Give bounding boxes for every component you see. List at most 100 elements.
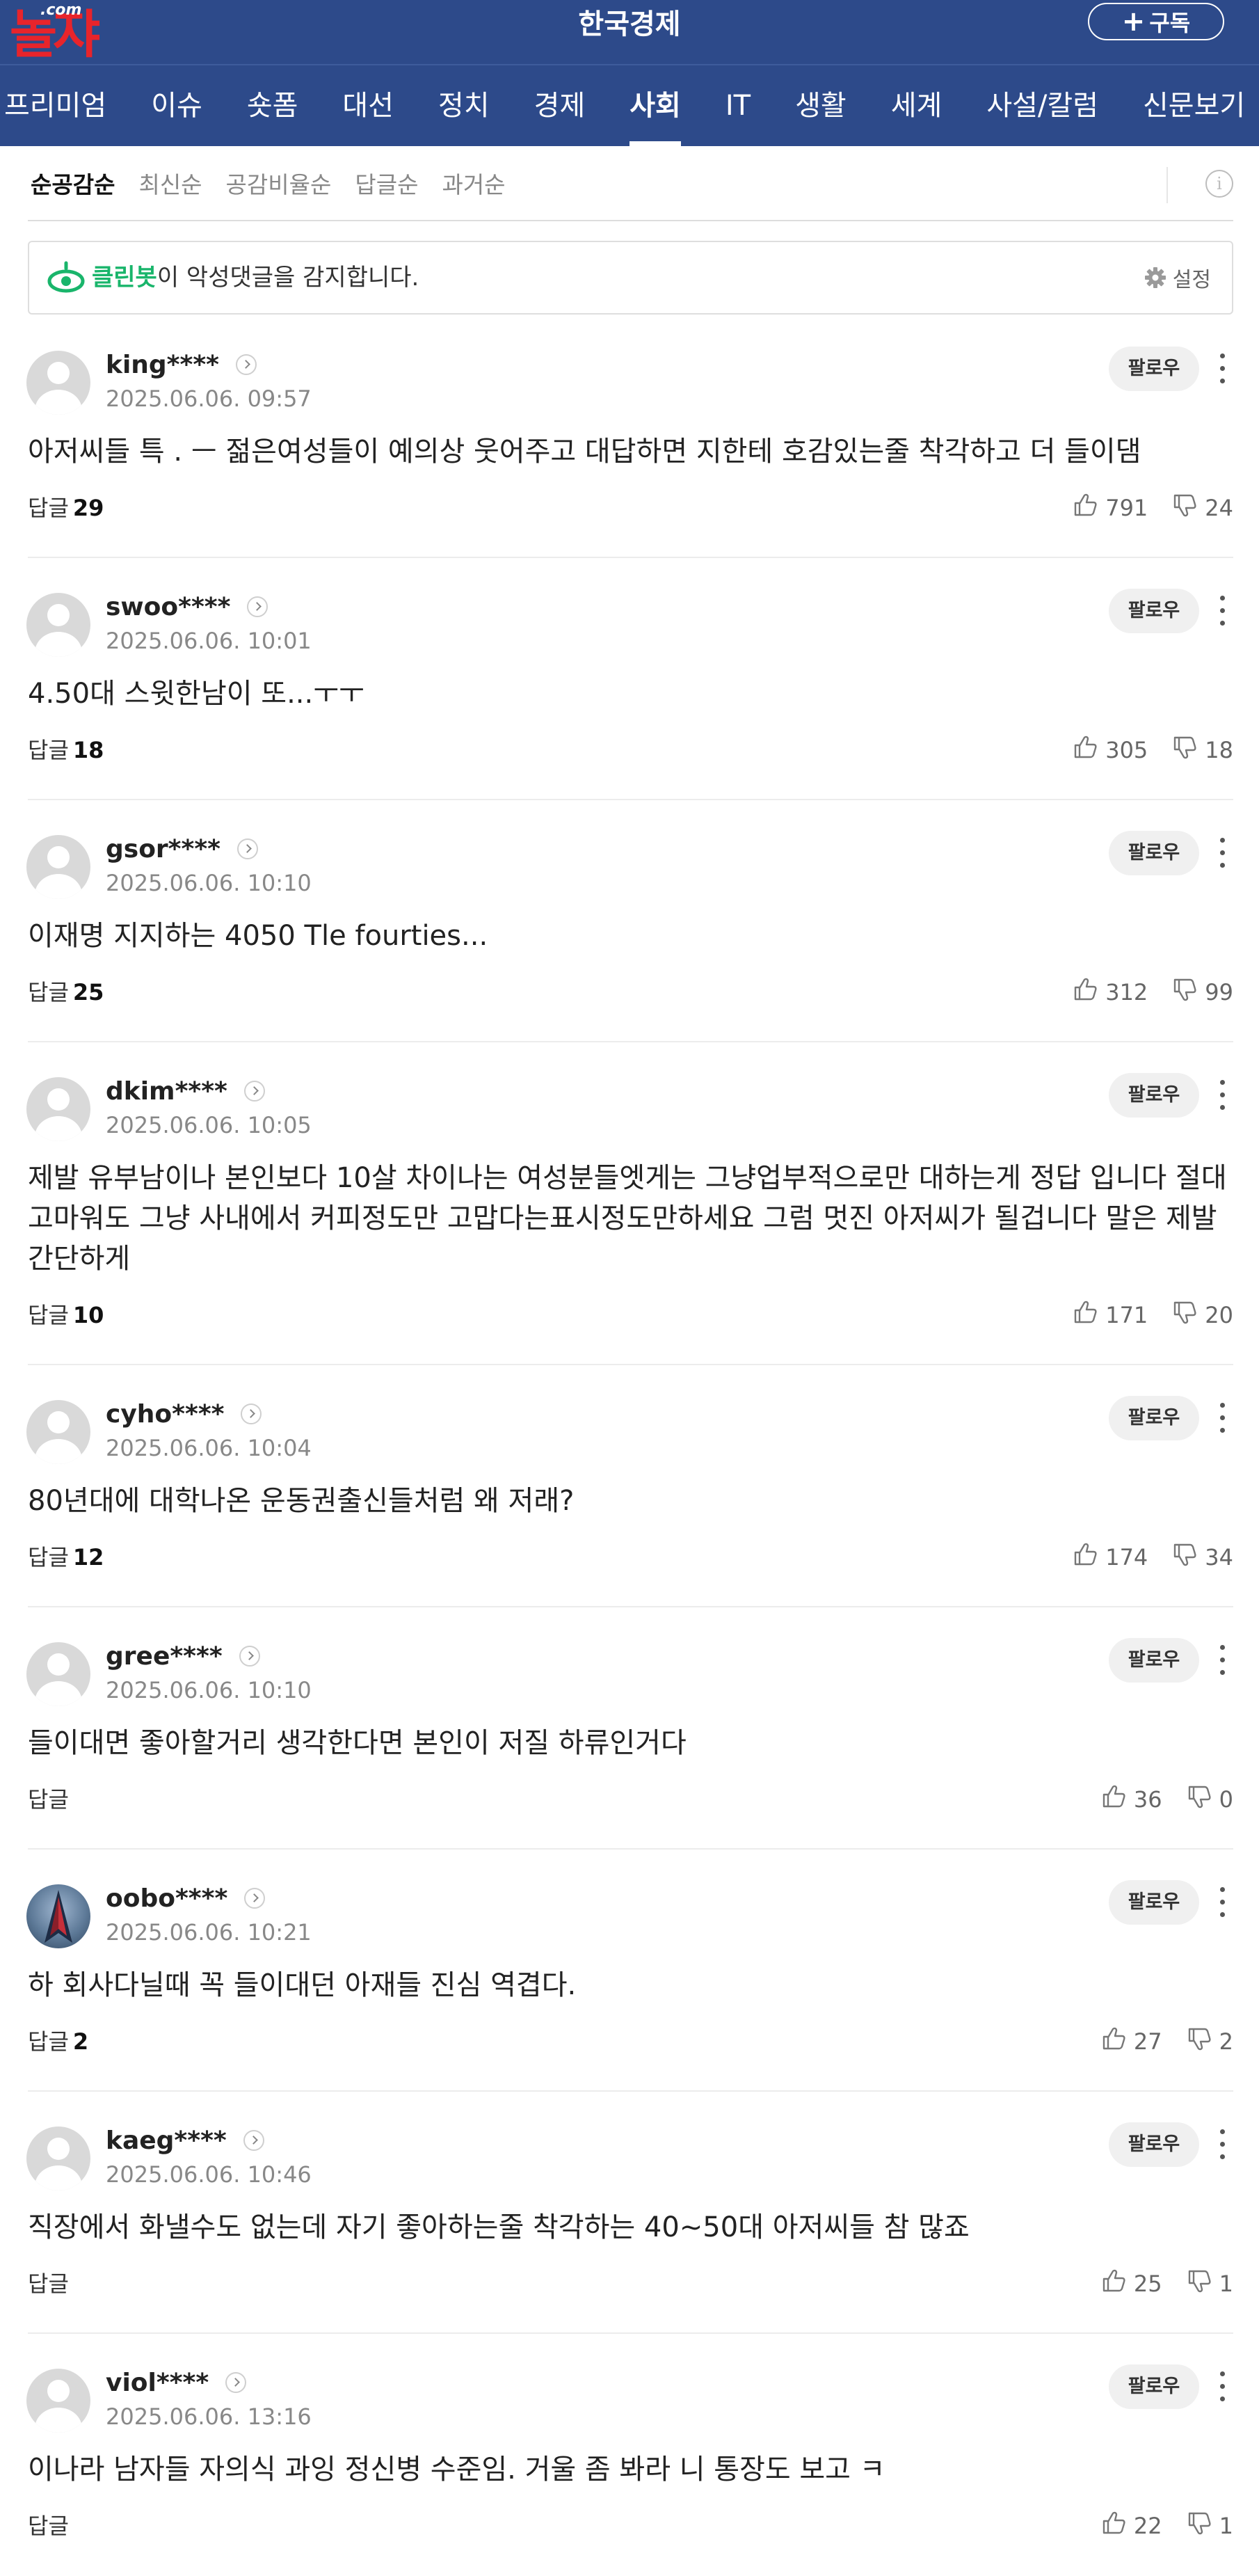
thumbs-down-icon	[1171, 1541, 1198, 1573]
dislike-button[interactable]: 0	[1186, 1783, 1233, 1815]
profile-arrow-icon[interactable]	[225, 2372, 247, 2393]
more-options-icon[interactable]	[1213, 593, 1231, 629]
profile-arrow-icon[interactable]	[244, 1888, 266, 1909]
avatar[interactable]	[26, 1642, 90, 1706]
sort-option[interactable]: 답글순	[355, 166, 418, 200]
like-button[interactable]: 36	[1100, 1783, 1162, 1815]
follow-button[interactable]: 팔로우	[1109, 589, 1199, 633]
nav-tab[interactable]: 신문보기	[1121, 65, 1259, 146]
dislike-button[interactable]: 1	[1186, 2268, 1233, 2300]
reply-button[interactable]: 답글 10	[28, 1300, 104, 1330]
dislike-button[interactable]: 1	[1186, 2510, 1233, 2542]
avatar[interactable]	[26, 593, 90, 657]
username[interactable]: oobo****	[106, 1884, 227, 1913]
reply-button[interactable]: 답글	[28, 1784, 73, 1815]
cleanbot-settings-button[interactable]: 설정	[1144, 242, 1211, 313]
profile-arrow-icon[interactable]	[235, 354, 257, 375]
follow-button[interactable]: 팔로우	[1109, 1073, 1199, 1118]
nav-tab[interactable]: 사회	[607, 65, 703, 146]
profile-arrow-icon[interactable]	[247, 596, 268, 617]
username[interactable]: gsor****	[106, 835, 220, 864]
sort-option[interactable]: 공감비율순	[226, 166, 332, 200]
reply-button[interactable]: 답글 18	[28, 735, 104, 765]
nav-tab[interactable]: 정치	[416, 65, 512, 146]
more-options-icon[interactable]	[1213, 1400, 1231, 1436]
profile-arrow-icon[interactable]	[243, 1081, 265, 1102]
follow-button[interactable]: 팔로우	[1109, 831, 1199, 875]
avatar[interactable]	[26, 835, 90, 899]
follow-button[interactable]: 팔로우	[1109, 347, 1199, 391]
reply-button[interactable]: 답글 12	[28, 1542, 104, 1573]
dislike-button[interactable]: 34	[1171, 1541, 1233, 1573]
like-button[interactable]: 305	[1072, 734, 1148, 766]
like-button[interactable]: 174	[1072, 1541, 1148, 1573]
sort-option[interactable]: 순공감순	[31, 166, 115, 200]
nav-tab[interactable]: 숏폼	[225, 65, 321, 146]
comment-item: viol**** 2025.06.06. 13:16 팔로우 이나라 남자들 자의식 …	[0, 2334, 1259, 2576]
avatar[interactable]	[26, 2126, 90, 2191]
profile-arrow-icon[interactable]	[239, 1646, 260, 1667]
nav-tab[interactable]: 대선	[320, 65, 416, 146]
nav-tab[interactable]: 생활	[773, 65, 869, 146]
follow-button[interactable]: 팔로우	[1109, 1880, 1199, 1925]
more-options-icon[interactable]	[1213, 1642, 1231, 1678]
reply-button[interactable]: 답글 29	[28, 493, 104, 523]
username[interactable]: gree****	[106, 1642, 223, 1671]
avatar[interactable]	[26, 1077, 90, 1141]
avatar[interactable]	[26, 2369, 90, 2433]
info-icon[interactable]: i	[1205, 170, 1233, 198]
more-options-icon[interactable]	[1213, 1884, 1231, 1921]
follow-button[interactable]: 팔로우	[1109, 2364, 1199, 2409]
like-button[interactable]: 312	[1072, 976, 1148, 1008]
username[interactable]: cyho****	[106, 1400, 224, 1429]
reply-button[interactable]: 답글 2	[28, 2026, 88, 2057]
profile-arrow-icon[interactable]	[241, 1404, 262, 1424]
follow-button[interactable]: 팔로우	[1109, 1396, 1199, 1440]
follow-button[interactable]: 팔로우	[1109, 1638, 1199, 1683]
like-button[interactable]: 27	[1100, 2026, 1162, 2058]
like-button[interactable]: 791	[1072, 492, 1148, 524]
dislike-button[interactable]: 2	[1186, 2026, 1233, 2058]
avatar-body	[35, 2165, 82, 2191]
avatar[interactable]	[26, 1884, 90, 1948]
username[interactable]: dkim****	[106, 1077, 227, 1106]
nav-tab[interactable]: 사설/칼럼	[964, 65, 1121, 146]
dislike-button[interactable]: 24	[1171, 492, 1233, 524]
comment-timestamp: 2025.06.06. 10:04	[106, 1435, 312, 1461]
dislike-button[interactable]: 20	[1171, 1299, 1233, 1331]
nav-tab[interactable]: 경제	[512, 65, 608, 146]
dislike-button[interactable]: 99	[1171, 976, 1233, 1008]
username[interactable]: swoo****	[106, 593, 230, 621]
avatar[interactable]	[26, 1400, 90, 1464]
follow-button[interactable]: 팔로우	[1109, 2122, 1199, 2167]
profile-arrow-icon[interactable]	[243, 2130, 264, 2151]
profile-arrow-icon[interactable]	[237, 838, 258, 859]
more-options-icon[interactable]	[1213, 1077, 1231, 1113]
like-button[interactable]: 25	[1100, 2268, 1162, 2300]
avatar-body	[35, 390, 82, 415]
thumbs-down-icon	[1186, 2268, 1212, 2300]
dislike-button[interactable]: 18	[1171, 734, 1233, 766]
more-options-icon[interactable]	[1213, 2126, 1231, 2163]
reply-button[interactable]: 답글 25	[28, 977, 104, 1008]
reply-label: 답글	[28, 2028, 69, 2055]
nav-tab[interactable]: 세계	[869, 65, 965, 146]
comment-footer: 답글 12 174 34	[28, 1542, 1233, 1573]
more-options-icon[interactable]	[1213, 835, 1231, 871]
more-options-icon[interactable]	[1213, 2369, 1231, 2405]
reply-button[interactable]: 답글	[28, 2511, 73, 2541]
nav-tab[interactable]: 프리미엄	[0, 65, 129, 146]
subscribe-button[interactable]: + 구독	[1088, 3, 1224, 40]
reply-button[interactable]: 답글	[28, 2268, 73, 2299]
sort-option[interactable]: 과거순	[442, 166, 505, 200]
nav-tab[interactable]: 이슈	[129, 65, 225, 146]
like-button[interactable]: 22	[1100, 2510, 1162, 2542]
like-button[interactable]: 171	[1072, 1299, 1148, 1331]
more-options-icon[interactable]	[1213, 351, 1231, 387]
nav-tab[interactable]: IT	[703, 65, 773, 146]
avatar[interactable]	[26, 351, 90, 415]
username[interactable]: kaeg****	[106, 2126, 227, 2155]
username[interactable]: king****	[106, 351, 219, 379]
sort-option[interactable]: 최신순	[138, 166, 202, 200]
username[interactable]: viol****	[106, 2369, 209, 2397]
